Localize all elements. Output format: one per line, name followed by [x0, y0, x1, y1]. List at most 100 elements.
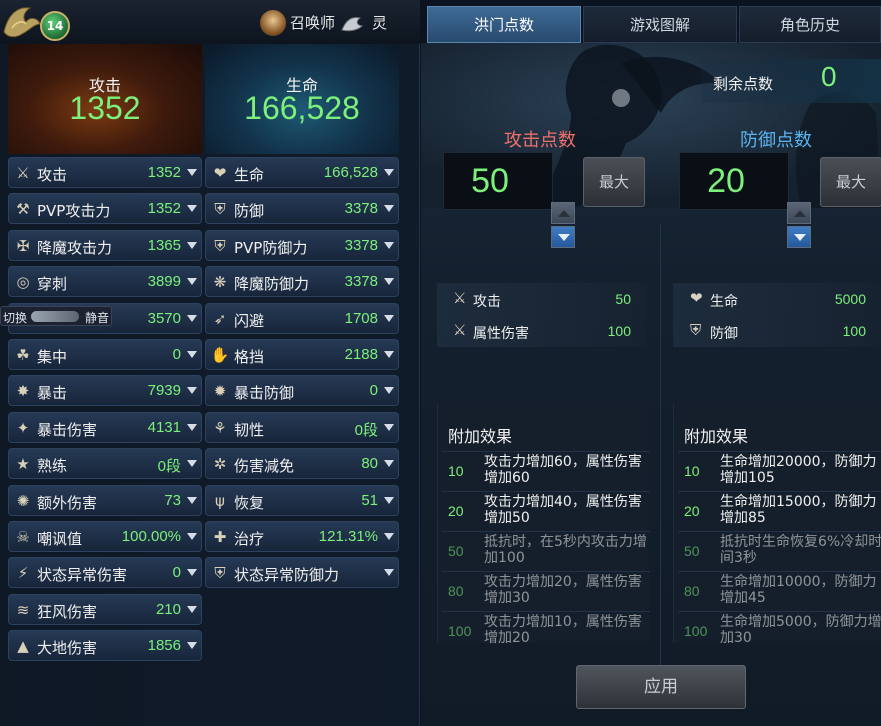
shield-icon: ⛨	[214, 200, 226, 219]
tab-game-guide[interactable]: 游戏图解	[583, 6, 737, 43]
stat-row[interactable]: ✺ 额外伤害 73	[8, 484, 202, 516]
attack-attr-label: 属性伤害	[473, 326, 529, 342]
stat-label: 状态异常防御力	[234, 566, 340, 585]
stat-row[interactable]: ✹ 暴击防御 0	[205, 375, 399, 407]
stat-row[interactable]: ☠ 嘲讽值 100.00%	[8, 521, 202, 552]
attack-attr-value: 50	[615, 291, 631, 307]
stat-label: 状态异常伤害	[37, 566, 128, 585]
stat-row[interactable]: ◎ 穿刺 3899	[8, 266, 202, 298]
dropdown-arrow-icon[interactable]	[187, 278, 197, 286]
dropdown-arrow-icon[interactable]	[384, 169, 394, 176]
stat-row[interactable]: ⛨ 状态异常防御力	[205, 557, 399, 589]
dropdown-arrow-icon[interactable]	[384, 205, 394, 213]
effect-level: 10	[684, 463, 700, 479]
summoner-label: 召唤师	[290, 14, 336, 32]
block-icon: ✋	[210, 346, 230, 364]
stat-row[interactable]: ★ 熟练 0段	[8, 448, 202, 480]
effect-row: 20 攻击力增加40，属性伤害增加50	[442, 491, 650, 529]
stat-row[interactable]: ▲ 大地伤害 1856	[8, 630, 202, 662]
dropdown-arrow-icon[interactable]	[384, 533, 394, 540]
defense-points-decrease-button[interactable]	[787, 226, 811, 248]
defense-max-button[interactable]: 最大	[820, 157, 881, 207]
attack-summary-value: 1352	[69, 90, 141, 126]
dropdown-arrow-icon[interactable]	[187, 169, 197, 176]
evade-icon: ➶	[213, 309, 227, 328]
swords-icon: ⚔	[453, 289, 467, 307]
stat-value: 0段	[354, 421, 378, 439]
stat-row[interactable]: ✚ 治疗 121.31%	[205, 521, 399, 552]
stat-row[interactable]: ⛨ PVP防御力 3378	[205, 229, 399, 261]
defense-effects-title: 附加效果	[684, 427, 749, 446]
stat-row[interactable]: ⚔ 攻击 1352	[8, 157, 202, 188]
stat-row[interactable]: ❤ 生命 166,528	[205, 157, 399, 188]
stat-row[interactable]: ➶ 闪避 1708	[205, 302, 399, 334]
dropdown-arrow-icon[interactable]	[384, 278, 394, 286]
stat-row[interactable]: ≋ 狂风伤害 210	[8, 593, 202, 625]
attack-points-decrease-button[interactable]	[551, 226, 575, 248]
skull-icon: ☠	[16, 528, 30, 546]
dropdown-arrow-icon[interactable]	[187, 241, 197, 249]
dropdown-arrow-icon[interactable]	[187, 205, 197, 213]
dropdown-arrow-icon[interactable]	[187, 460, 197, 468]
stat-row[interactable]: ⚘ 韧性 0段	[205, 411, 399, 443]
stat-row[interactable]: ✠ 降魔攻击力 1365	[8, 229, 202, 261]
stat-row[interactable]: ✦ 暴击伤害 4131	[8, 411, 202, 443]
apply-button[interactable]: 应用	[576, 665, 746, 709]
stat-row[interactable]: ⚒ PVP攻击力 1352	[8, 193, 202, 225]
defense-attr-value: 100	[842, 323, 866, 339]
dropdown-arrow-icon[interactable]	[384, 423, 394, 431]
stat-value: 80	[361, 455, 378, 473]
effect-row: 10 生命增加20000，防御力增加105	[678, 451, 881, 489]
dropdown-arrow-icon[interactable]	[187, 569, 197, 577]
attack-attr-row: ⚔ 攻击 50	[453, 285, 631, 315]
dropdown-arrow-icon[interactable]	[384, 314, 394, 322]
stat-row[interactable]: ψ 恢复 51	[205, 484, 399, 516]
attack-points-increase-button[interactable]	[551, 202, 575, 224]
dropdown-arrow-icon[interactable]	[187, 642, 197, 650]
stat-value: 0	[369, 382, 378, 400]
tab-hongmen-points[interactable]: 洪门点数	[427, 6, 581, 43]
dropdown-arrow-icon[interactable]	[384, 351, 394, 358]
extra-damage-icon: ✺	[16, 491, 30, 510]
voice-slider-icon[interactable]	[31, 311, 79, 322]
stat-row[interactable]: ☘ 集中 0	[8, 339, 202, 370]
stat-value: 1708	[344, 309, 378, 327]
effect-description: 攻击力增加20，属性伤害增加30	[484, 574, 642, 606]
dropdown-arrow-icon[interactable]	[187, 314, 197, 322]
dropdown-arrow-icon[interactable]	[384, 387, 394, 395]
stat-row[interactable]: ✲ 伤害减免 80	[205, 448, 399, 480]
stat-row[interactable]: ⛨ 防御 3378	[205, 193, 399, 225]
dropdown-arrow-icon[interactable]	[187, 533, 197, 540]
dropdown-arrow-icon[interactable]	[384, 460, 394, 468]
arrow-down-icon	[558, 234, 570, 241]
dropdown-arrow-icon[interactable]	[187, 605, 197, 613]
stat-row[interactable]: ⚡ 状态异常伤害 0	[8, 557, 202, 589]
stat-value: 1352	[147, 200, 181, 218]
remaining-points-label: 剩余点数	[713, 75, 774, 93]
dropdown-arrow-icon[interactable]	[187, 351, 197, 358]
dropdown-arrow-icon[interactable]	[384, 569, 394, 577]
pvp-defense-icon: ⛨	[214, 236, 226, 255]
dropdown-arrow-icon[interactable]	[384, 241, 394, 249]
stat-label: 额外伤害	[37, 493, 98, 512]
dropdown-arrow-icon[interactable]	[187, 423, 197, 431]
level-badge: 14	[40, 11, 70, 41]
mute-label: 静音	[85, 311, 110, 325]
stat-row[interactable]: ❋ 降魔防御力 3378	[205, 266, 399, 298]
swords-icon: ⚔	[16, 164, 30, 182]
voice-toggle-chip[interactable]: 切换 静音	[0, 306, 112, 326]
tab-character-history[interactable]: 角色历史	[739, 6, 881, 43]
dropdown-arrow-icon[interactable]	[187, 496, 197, 504]
pierce-icon: ◎	[16, 273, 30, 292]
attack-points-title: 攻击点数	[504, 130, 576, 151]
stat-label: PVP攻击力	[37, 202, 111, 221]
stat-label: 暴击	[37, 384, 68, 403]
dropdown-arrow-icon[interactable]	[187, 387, 197, 395]
stat-value: 4131	[147, 418, 181, 436]
attack-max-button[interactable]: 最大	[583, 157, 645, 207]
defense-points-increase-button[interactable]	[787, 202, 811, 224]
stat-row[interactable]: ✋ 格挡 2188	[205, 339, 399, 370]
stat-row[interactable]: ✸ 暴击 7939	[8, 375, 202, 407]
dropdown-arrow-icon[interactable]	[384, 496, 394, 504]
stat-label: 恢复	[234, 493, 265, 512]
